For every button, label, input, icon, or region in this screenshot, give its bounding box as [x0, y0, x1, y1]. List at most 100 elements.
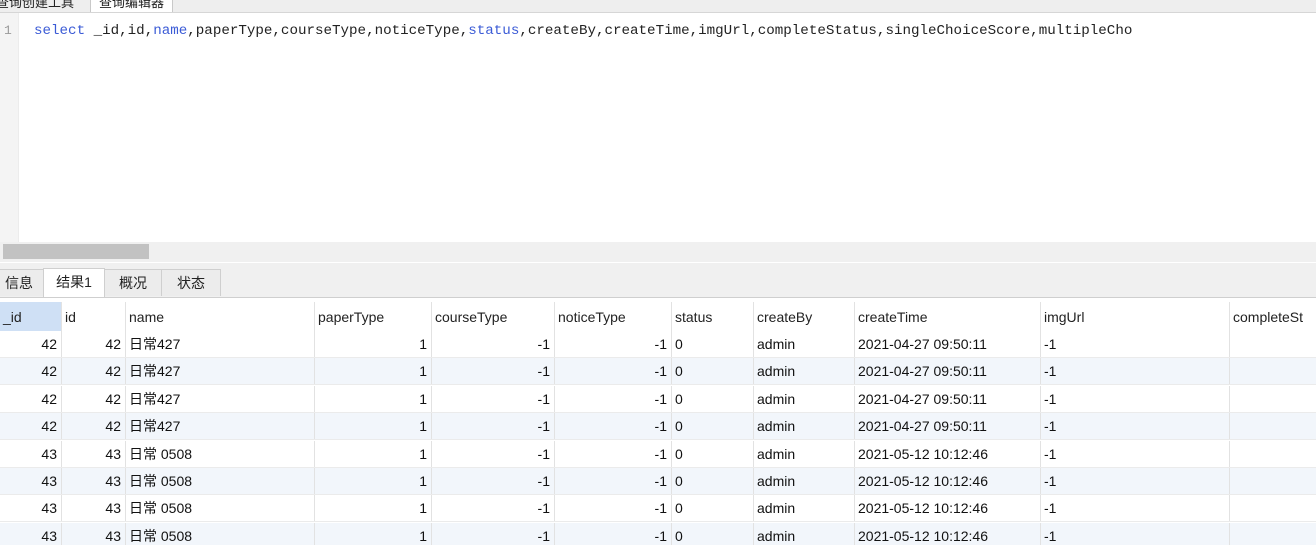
table-cell[interactable]: -1 [555, 413, 672, 440]
table-cell[interactable]: 1 [315, 331, 432, 357]
table-cell[interactable]: admin [754, 413, 855, 440]
table-cell[interactable]: -1 [555, 385, 672, 412]
column-header-status[interactable]: status [672, 302, 754, 331]
table-cell[interactable]: -1 [1041, 468, 1230, 494]
table-cell[interactable]: 2021-04-27 09:50:11 [855, 358, 1041, 385]
table-row[interactable]: 42 42 日常427 1 -1 -1 0 admin 2021-04-27 09:50:11-… [0, 358, 1316, 386]
table-cell[interactable]: admin [754, 522, 855, 545]
table-cell[interactable]: 0 [672, 413, 754, 440]
table-cell[interactable]: -1 [1041, 413, 1230, 440]
table-cell[interactable]: 日常427 [126, 385, 315, 412]
column-header-createby[interactable]: createBy [754, 302, 855, 331]
table-cell[interactable]: -1 [1041, 495, 1230, 522]
table-cell[interactable]: 日常427 [126, 358, 315, 385]
table-cell[interactable]: 43 [0, 468, 62, 494]
editor-horizontal-scrollbar[interactable] [0, 242, 1316, 262]
tab-query-editor[interactable]: 查询编辑器 [90, 0, 174, 12]
table-cell[interactable]: -1 [555, 522, 672, 545]
table-cell[interactable]: 43 [0, 522, 62, 545]
table-cell[interactable]: 43 [0, 495, 62, 522]
column-header-createtime[interactable]: createTime [855, 302, 1041, 331]
table-row[interactable]: 42 42 日常427 1 -1 -1 0 admin 2021-04-27 09:50:11-… [0, 413, 1316, 441]
table-cell[interactable]: 1 [315, 522, 432, 545]
table-cell[interactable] [1230, 358, 1316, 384]
table-cell[interactable] [1230, 386, 1316, 412]
table-cell[interactable]: 0 [672, 495, 754, 522]
table-cell[interactable] [1230, 331, 1316, 357]
table-cell[interactable]: 1 [315, 385, 432, 412]
column-header-name[interactable]: name [126, 302, 315, 331]
table-cell[interactable]: 日常 0508 [126, 440, 315, 467]
table-cell[interactable]: -1 [1041, 385, 1230, 412]
table-cell[interactable]: 1 [315, 358, 432, 385]
column-header-noticetype[interactable]: noticeType [555, 302, 672, 331]
table-cell[interactable] [1230, 413, 1316, 439]
table-cell[interactable]: 1 [315, 413, 432, 440]
table-cell[interactable]: 42 [62, 413, 126, 440]
column-header-coursetype[interactable]: courseType [432, 302, 555, 331]
table-cell[interactable]: 0 [672, 385, 754, 412]
table-cell[interactable]: 0 [672, 331, 754, 357]
table-cell[interactable]: 0 [672, 440, 754, 467]
table-cell[interactable]: 43 [62, 495, 126, 522]
table-cell[interactable]: -1 [555, 440, 672, 467]
table-row[interactable]: 43 43 日常 0508 1 -1 -1 0 admin 2021-05-12 10:12:4… [0, 440, 1316, 468]
table-cell[interactable]: -1 [432, 522, 555, 545]
table-cell[interactable]: 2021-05-12 10:12:46 [855, 440, 1041, 467]
table-cell[interactable]: 2021-04-27 09:50:11 [855, 331, 1041, 357]
table-cell[interactable]: 2021-05-12 10:12:46 [855, 495, 1041, 522]
table-cell[interactable] [1230, 523, 1316, 545]
table-cell[interactable]: 42 [0, 413, 62, 440]
table-cell[interactable]: -1 [432, 440, 555, 467]
table-cell[interactable]: -1 [1041, 331, 1230, 357]
tab-status[interactable]: 状态 [161, 269, 221, 296]
table-cell[interactable]: admin [754, 385, 855, 412]
column-header-id[interactable]: id [62, 302, 126, 331]
sql-code-line[interactable]: select _id,id,name,paperType,courseType,… [34, 23, 1132, 39]
table-cell[interactable]: -1 [555, 331, 672, 357]
table-cell[interactable]: -1 [1041, 440, 1230, 467]
table-cell[interactable]: 2021-04-27 09:50:11 [855, 413, 1041, 440]
table-cell[interactable]: 42 [62, 385, 126, 412]
table-cell[interactable]: 日常 0508 [126, 522, 315, 545]
table-row[interactable]: 42 42 日常427 1 -1 -1 0 admin 2021-04-27 09:50:11-… [0, 331, 1316, 358]
table-cell[interactable]: -1 [432, 468, 555, 494]
table-cell[interactable] [1230, 441, 1316, 467]
table-cell[interactable]: 43 [0, 440, 62, 467]
table-cell[interactable]: 日常 0508 [126, 495, 315, 522]
table-cell[interactable]: 日常427 [126, 331, 315, 357]
tab-query-builder[interactable]: 查询创建工具 [0, 0, 74, 12]
table-cell[interactable] [1230, 495, 1316, 521]
table-cell[interactable]: 2021-04-27 09:50:11 [855, 385, 1041, 412]
table-row[interactable]: 42 42 日常427 1 -1 -1 0 admin 2021-04-27 09:50:11-… [0, 385, 1316, 413]
table-cell[interactable]: -1 [432, 385, 555, 412]
table-cell[interactable]: 0 [672, 358, 754, 385]
table-cell[interactable]: admin [754, 468, 855, 494]
table-cell[interactable]: -1 [555, 358, 672, 385]
tab-result-1[interactable]: 结果1 [43, 268, 105, 297]
column-header-_id[interactable]: _id [0, 302, 62, 331]
table-cell[interactable]: -1 [1041, 358, 1230, 385]
table-cell[interactable] [1230, 468, 1316, 494]
table-cell[interactable]: 0 [672, 468, 754, 494]
result-grid[interactable]: _id id name paperType courseType noticeType st… [0, 302, 1316, 545]
tab-overview[interactable]: 概况 [104, 269, 162, 296]
table-cell[interactable]: admin [754, 358, 855, 385]
column-header-completest[interactable]: completeSt [1230, 302, 1316, 331]
table-cell[interactable]: 日常427 [126, 413, 315, 440]
table-cell[interactable]: -1 [432, 495, 555, 522]
table-row[interactable]: 43 43 日常 0508 1 -1 -1 0 admin 2021-05-12 10:12:4… [0, 468, 1316, 495]
table-cell[interactable]: 42 [0, 331, 62, 357]
sql-editor[interactable]: 1 select _id,id,name,paperType,courseTyp… [0, 13, 1316, 242]
table-cell[interactable]: -1 [555, 495, 672, 522]
table-cell[interactable]: -1 [555, 468, 672, 494]
table-cell[interactable]: 日常 0508 [126, 468, 315, 494]
table-cell[interactable]: 42 [62, 358, 126, 385]
table-cell[interactable]: admin [754, 495, 855, 522]
table-cell[interactable]: 2021-05-12 10:12:46 [855, 522, 1041, 545]
table-cell[interactable]: -1 [1041, 522, 1230, 545]
table-cell[interactable]: 0 [672, 522, 754, 545]
table-cell[interactable]: 43 [62, 440, 126, 467]
table-row[interactable]: 43 43 日常 0508 1 -1 -1 0 admin 2021-05-12 10:12:4… [0, 522, 1316, 545]
table-cell[interactable]: 42 [0, 385, 62, 412]
